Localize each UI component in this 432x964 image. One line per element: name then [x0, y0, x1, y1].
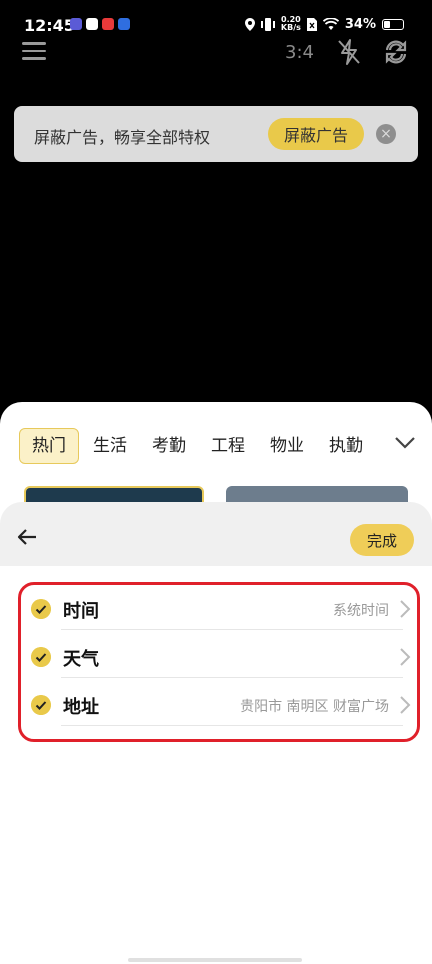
done-button[interactable]: 完成 [350, 524, 414, 556]
app-icon [102, 18, 114, 30]
tab-engineering[interactable]: 工程 [211, 429, 245, 463]
check-icon[interactable] [31, 695, 51, 715]
category-tabs: 热门 生活 考勤 工程 物业 执勤 [19, 428, 388, 464]
wifi-icon [322, 18, 339, 30]
tab-duty[interactable]: 执勤 [329, 429, 363, 463]
divider [61, 629, 403, 630]
field-value: 贵阳市 南明区 财富广场 [240, 699, 389, 715]
back-arrow-icon[interactable] [16, 528, 38, 546]
chevron-right-icon [400, 648, 411, 666]
divider [61, 677, 403, 678]
panel-header: 完成 [0, 502, 432, 566]
field-row-time[interactable]: 时间 系统时间 [21, 585, 417, 633]
field-name: 时间 [63, 601, 99, 622]
tab-property[interactable]: 物业 [270, 429, 304, 463]
aspect-ratio-button[interactable]: 3:4 [285, 42, 314, 63]
sim-icon [306, 17, 317, 31]
net-speed: 0.20 KB/s [281, 16, 301, 32]
ad-close-icon[interactable]: × [376, 124, 396, 144]
vibrate-icon [260, 17, 275, 31]
check-icon[interactable] [31, 599, 51, 619]
flash-off-icon[interactable] [336, 38, 362, 66]
tab-hot[interactable]: 热门 [19, 428, 79, 464]
home-indicator [128, 958, 302, 962]
block-ads-button[interactable]: 屏蔽广告 [268, 118, 364, 150]
camera-switch-icon[interactable] [382, 38, 410, 66]
divider [61, 725, 403, 726]
field-value: 系统时间 [333, 603, 389, 619]
field-row-address[interactable]: 地址 贵阳市 南明区 财富广场 [21, 681, 417, 729]
tab-attendance[interactable]: 考勤 [152, 429, 186, 463]
watermark-fields-list: 时间 系统时间 天气 地址 贵阳市 南明区 财富广场 [18, 582, 420, 742]
app-icon [70, 18, 82, 30]
watermark-settings-panel: 完成 时间 系统时间 天气 地址 贵阳市 南明区 财富广场 [0, 502, 432, 964]
menu-icon[interactable] [22, 42, 46, 60]
net-speed-unit: KB/s [280, 23, 301, 32]
field-name: 天气 [63, 649, 99, 670]
app-icon [118, 18, 130, 30]
app-icon [86, 18, 98, 30]
tab-life[interactable]: 生活 [93, 429, 127, 463]
ad-text: 屏蔽广告，畅享全部特权 [34, 128, 211, 147]
ad-banner: 屏蔽广告，畅享全部特权 屏蔽广告 × [14, 106, 418, 162]
battery-icon [382, 18, 404, 30]
location-icon [244, 17, 255, 31]
camera-toolbar: 3:4 [0, 32, 432, 72]
check-icon[interactable] [31, 647, 51, 667]
field-name: 地址 [63, 697, 99, 718]
chevron-right-icon [400, 696, 411, 714]
status-app-icons [70, 18, 130, 30]
chevron-down-icon[interactable] [394, 436, 416, 450]
battery-percent: 34% [344, 16, 376, 32]
status-right: 0.20 KB/s 34% [244, 16, 404, 32]
field-row-weather[interactable]: 天气 [21, 633, 417, 681]
chevron-right-icon [400, 600, 411, 618]
